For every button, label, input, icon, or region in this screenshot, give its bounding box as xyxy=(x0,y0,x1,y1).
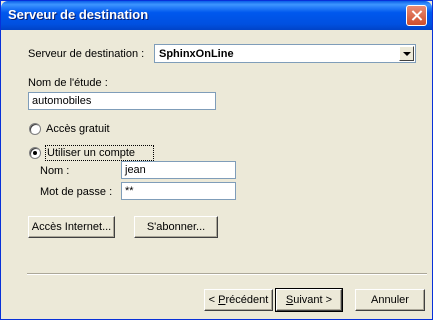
focus-rectangle xyxy=(45,145,154,161)
next-button[interactable]: Suivant > xyxy=(275,288,343,312)
close-icon[interactable] xyxy=(406,5,427,26)
account-name-label: Nom : xyxy=(40,165,70,177)
previous-prefix: < xyxy=(208,294,219,306)
study-name-label: Nom de l'étude : xyxy=(28,77,108,89)
use-account-radio[interactable] xyxy=(29,147,41,159)
previous-button[interactable]: < Précédent xyxy=(204,289,273,311)
chevron-down-icon[interactable] xyxy=(399,46,414,61)
account-name-input[interactable]: jean xyxy=(121,161,236,179)
server-label: Serveur de destination : xyxy=(28,48,145,60)
previous-rest: récédent xyxy=(225,294,269,306)
password-label: Mot de passe : xyxy=(40,186,113,198)
server-select[interactable]: SphinxOnLine xyxy=(154,44,416,63)
dialog-body: Serveur de destination : SphinxOnLine No… xyxy=(4,30,429,318)
previous-mnemonic: P xyxy=(218,294,226,306)
window-title: Serveur de destination xyxy=(8,7,149,22)
free-access-label[interactable]: Accès gratuit xyxy=(46,123,110,135)
internet-access-button[interactable]: Accès Internet... xyxy=(28,216,115,238)
dialog-window: Serveur de destination Serveur de destin… xyxy=(0,0,433,320)
study-name-input[interactable]: automobiles xyxy=(28,92,216,110)
password-input[interactable]: ** xyxy=(121,182,236,200)
title-bar[interactable]: Serveur de destination xyxy=(1,1,432,30)
subscribe-button[interactable]: S'abonner... xyxy=(134,216,218,238)
next-rest: uivant > xyxy=(293,294,333,306)
free-access-radio[interactable] xyxy=(29,123,41,135)
server-selected-value: SphinxOnLine xyxy=(159,48,234,60)
separator xyxy=(27,273,427,275)
cancel-button[interactable]: Annuler xyxy=(355,289,425,311)
